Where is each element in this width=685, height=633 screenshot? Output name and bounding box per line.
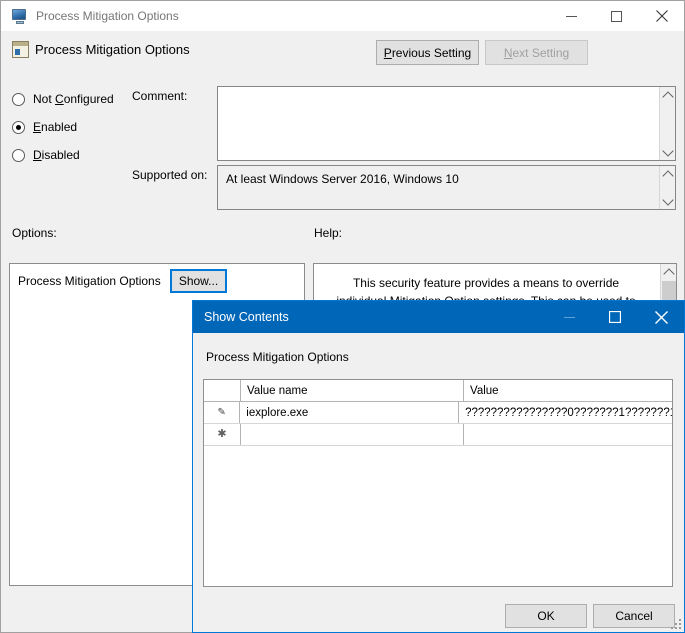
maximize-icon[interactable] (594, 2, 639, 31)
setting-header: Process Mitigation Options Previous Sett… (1, 32, 684, 77)
options-label: Options: (12, 226, 57, 240)
resize-grip[interactable] (671, 619, 681, 629)
comment-label: Comment: (132, 89, 187, 103)
radio-disabled[interactable]: Disabled (12, 147, 80, 163)
scroll-down-icon[interactable] (660, 193, 675, 209)
value-name-cell[interactable] (241, 424, 464, 445)
scroll-up-icon[interactable] (660, 166, 675, 182)
supported-on-label: Supported on: (132, 168, 207, 182)
main-window-titlebar: Process Mitigation Options (1, 1, 684, 31)
edit-pencil-icon: ✎ (204, 402, 240, 423)
help-label: Help: (314, 226, 342, 240)
table-row[interactable]: ✱ (204, 424, 672, 446)
minimize-icon (546, 302, 592, 333)
value-name-cell[interactable]: iexplore.exe (240, 402, 459, 423)
supported-on-field: At least Windows Server 2016, Windows 10 (217, 165, 676, 210)
radio-not-configured[interactable]: Not Configured (12, 91, 114, 107)
show-contents-subtitle: Process Mitigation Options (206, 350, 349, 364)
policy-setting-icon (12, 41, 29, 58)
radio-disabled-indicator (12, 149, 25, 162)
grid-header-value: Value (464, 380, 672, 401)
new-row-icon: ✱ (204, 424, 241, 445)
page-title: Process Mitigation Options (35, 42, 190, 57)
close-icon[interactable] (638, 302, 684, 333)
show-contents-dialog: Show Contents Process Mitigation Options… (192, 300, 685, 633)
value-cell[interactable] (464, 424, 672, 445)
show-button[interactable]: Show... (170, 269, 227, 293)
previous-setting-button[interactable]: Previous Setting (376, 40, 479, 65)
supported-on-scrollbar[interactable] (659, 166, 675, 209)
radio-disabled-label: Disabled (33, 148, 80, 162)
supported-on-value: At least Windows Server 2016, Windows 10 (226, 172, 459, 186)
radio-enabled[interactable]: Enabled (12, 119, 77, 135)
show-contents-titlebar: Show Contents (193, 301, 684, 333)
close-icon[interactable] (639, 2, 684, 31)
value-grid[interactable]: Value name Value ✎ iexplore.exe ????????… (203, 379, 673, 587)
radio-enabled-indicator (12, 121, 25, 134)
scroll-down-icon[interactable] (660, 144, 675, 160)
show-contents-title: Show Contents (204, 310, 289, 324)
ok-button[interactable]: OK (505, 604, 587, 628)
comment-scrollbar[interactable] (659, 87, 675, 160)
scroll-up-icon[interactable] (661, 264, 676, 280)
radio-not-configured-label: Not Configured (33, 92, 114, 106)
radio-not-configured-indicator (12, 93, 25, 106)
comment-input[interactable] (217, 86, 676, 161)
grid-header-selector (204, 380, 241, 401)
table-row[interactable]: ✎ iexplore.exe ????????????????0???????1… (204, 402, 672, 424)
maximize-icon[interactable] (592, 302, 638, 333)
scroll-up-icon[interactable] (660, 87, 675, 103)
value-cell[interactable]: ????????????????0???????1???????1 (459, 402, 672, 423)
minimize-icon[interactable] (549, 2, 594, 31)
main-window-title: Process Mitigation Options (36, 9, 179, 23)
radio-enabled-label: Enabled (33, 120, 77, 134)
grid-header-row: Value name Value (204, 380, 672, 402)
grid-header-value-name: Value name (241, 380, 464, 401)
option-row-label: Process Mitigation Options (18, 274, 161, 288)
cancel-button[interactable]: Cancel (593, 604, 675, 628)
next-setting-button: Next Setting (485, 40, 588, 65)
monitor-icon (10, 7, 28, 25)
